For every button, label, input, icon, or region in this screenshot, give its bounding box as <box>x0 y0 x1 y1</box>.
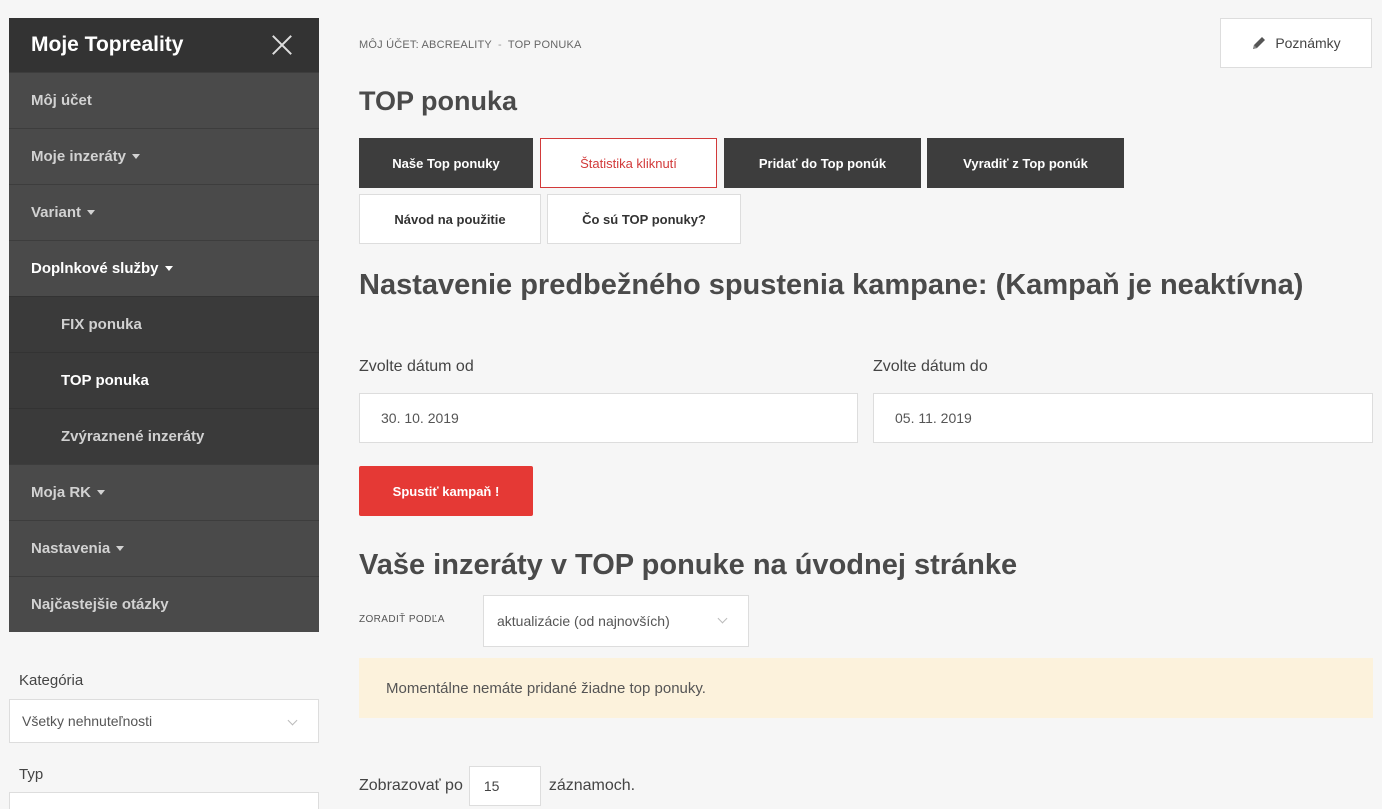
sidebar-item-moj-ucet[interactable]: Môj účet <box>9 72 319 128</box>
caret-down-icon <box>164 266 173 271</box>
type-label: Typ <box>19 766 44 783</box>
chevron-down-icon <box>287 715 298 726</box>
per-page-input[interactable]: 15 <box>468 766 541 806</box>
tab-label: Návod na použitie <box>394 211 506 227</box>
category-label: Kategória <box>19 672 84 689</box>
sidebar-item-label: Najčastejšie otázky <box>31 596 169 613</box>
caret-down-icon <box>97 490 105 495</box>
notes-button-label: Poznámky <box>1275 35 1341 51</box>
empty-alert: Momentálne nemáte pridané žiadne top pon… <box>359 658 1373 718</box>
tab-pridat-do-top-ponuk[interactable]: Pridať do Top ponúk <box>724 138 921 188</box>
pencil-icon <box>1253 37 1266 49</box>
page-title: TOP ponuka <box>359 86 518 116</box>
sidebar-item-nastavenia[interactable]: Nastavenia <box>9 520 319 576</box>
sidebar-item-label: Doplnkové služby <box>31 260 159 277</box>
per-page-suffix: záznamoch. <box>548 777 636 794</box>
sidebar-item-label: Moje inzeráty <box>31 148 127 165</box>
sidebar-subitem-top-ponuka[interactable]: TOP ponuka <box>9 352 319 408</box>
date-from-input[interactable]: 30. 10. 2019 <box>359 393 858 443</box>
sidebar-item-moja-rk[interactable]: Moja RK <box>9 464 319 520</box>
tab-nase-top-ponuky[interactable]: Naše Top ponuky <box>359 138 533 188</box>
listing-title: Vaše inzeráty v TOP ponuke na úvodnej st… <box>359 549 1018 581</box>
tab-navod-na-pouzitie[interactable]: Návod na použitie <box>359 194 541 244</box>
breadcrumb-item-account[interactable]: MÔJ ÚČET: ABCREALITY <box>359 39 492 51</box>
date-from-value: 30. 10. 2019 <box>381 410 459 426</box>
sort-label: ZORADIŤ PODĽA <box>359 614 445 625</box>
notes-button[interactable]: Poznámky <box>1220 18 1372 68</box>
sidebar-subitem-fix-ponuka[interactable]: FIX ponuka <box>9 296 319 352</box>
sidebar-item-label: Môj účet <box>31 92 92 109</box>
date-to-input[interactable]: 05. 11. 2019 <box>873 393 1373 443</box>
per-page-value: 15 <box>483 778 500 794</box>
sidebar: Moje Topreality Môj účet Moje inzeráty V… <box>9 18 319 632</box>
sidebar-header: Moje Topreality <box>9 18 319 72</box>
sidebar-item-label: FIX ponuka <box>61 316 142 333</box>
breadcrumb-separator: - <box>497 39 502 51</box>
tab-vyradit-z-top-ponuk[interactable]: Vyradiť z Top ponúk <box>927 138 1124 188</box>
sidebar-item-label: Moja RK <box>31 484 91 501</box>
tab-statistika-kliknuti[interactable]: Štatistika kliknutí <box>540 138 717 188</box>
tab-label: Čo sú TOP ponuky? <box>582 211 706 227</box>
sidebar-title: Moje Topreality <box>31 33 184 56</box>
tab-co-su-top-ponuky[interactable]: Čo sú TOP ponuky? <box>547 194 741 244</box>
chevron-down-icon <box>717 613 728 624</box>
type-select[interactable] <box>9 792 319 809</box>
tab-label: Pridať do Top ponúk <box>758 155 887 171</box>
per-page-control: Zobrazovať po 15 záznamoch. <box>359 766 635 806</box>
sidebar-subitem-zvyraznene-inzeraty[interactable]: Zvýraznené inzeráty <box>9 408 319 464</box>
sidebar-item-label: Variant <box>31 204 82 221</box>
breadcrumb: MÔJ ÚČET: ABCREALITY - TOP PONUKA <box>359 39 582 51</box>
caret-down-icon <box>116 546 125 551</box>
empty-alert-message: Momentálne nemáte pridané žiadne top pon… <box>386 679 706 697</box>
close-icon[interactable] <box>271 34 293 56</box>
tab-label: Vyradiť z Top ponúk <box>963 155 1088 171</box>
campaign-title: Nastavenie predbežného spustenia kampane… <box>359 269 1304 301</box>
caret-down-icon <box>87 210 96 215</box>
category-select-value: Všetky nehnuteľnosti <box>22 713 153 729</box>
sidebar-item-doplnkove-sluzby[interactable]: Doplnkové služby <box>9 240 319 296</box>
start-campaign-label: Spustiť kampaň ! <box>392 483 500 499</box>
date-from-label: Zvolte dátum od <box>359 358 474 375</box>
sidebar-item-moje-inzeraty[interactable]: Moje inzeráty <box>9 128 319 184</box>
caret-down-icon <box>132 154 141 159</box>
sidebar-item-najcastejsie-otazky[interactable]: Najčastejšie otázky <box>9 576 319 632</box>
category-select[interactable]: Všetky nehnuteľnosti <box>9 699 319 743</box>
tab-label: Štatistika kliknutí <box>580 155 677 171</box>
date-to-value: 05. 11. 2019 <box>895 410 972 426</box>
per-page-prefix: Zobrazovať po <box>359 777 463 794</box>
sidebar-item-label: Nastavenia <box>31 540 111 557</box>
tab-label: Naše Top ponuky <box>392 155 500 171</box>
sidebar-item-label: Zvýraznené inzeráty <box>61 428 205 445</box>
sort-select-value: aktualizácie (od najnovších) <box>497 613 670 629</box>
sort-select[interactable]: aktualizácie (od najnovších) <box>483 595 749 647</box>
start-campaign-button[interactable]: Spustiť kampaň ! <box>359 466 533 516</box>
date-to-label: Zvolte dátum do <box>873 358 988 375</box>
sidebar-item-label: TOP ponuka <box>61 372 149 389</box>
sidebar-item-variant[interactable]: Variant <box>9 184 319 240</box>
breadcrumb-item-top-ponuka[interactable]: TOP PONUKA <box>508 39 582 51</box>
